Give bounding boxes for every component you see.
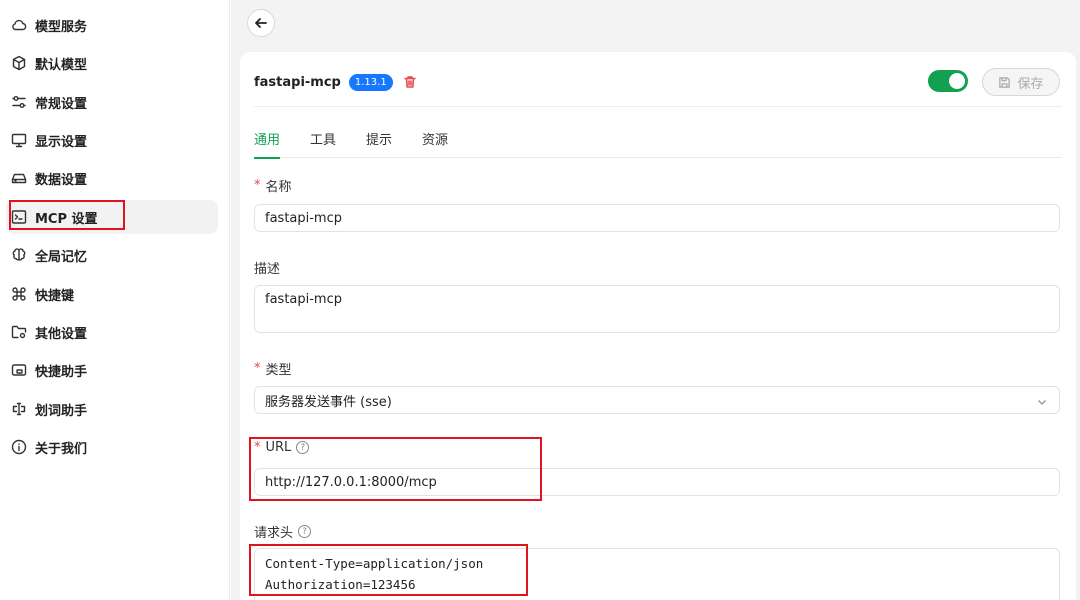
sidebar-item-data[interactable]: 数据设置 <box>6 161 218 195</box>
help-icon[interactable]: ? <box>298 525 312 538</box>
sidebar-item-general[interactable]: 常规设置 <box>6 85 218 119</box>
save-button-label: 保存 <box>1017 76 1044 92</box>
tab-resources[interactable]: 资源 <box>422 118 448 158</box>
command-icon <box>10 285 28 303</box>
name-label-text: 名称 <box>265 180 292 195</box>
sidebar-item-label: 数据设置 <box>35 172 88 188</box>
sidebar-item-label: 显示设置 <box>35 134 88 150</box>
sidebar-item-model-service[interactable]: 模型服务 <box>6 8 218 42</box>
sidebar-item-shortcuts[interactable]: 快捷键 <box>6 277 218 311</box>
sidebar-item-label: 常规设置 <box>35 96 88 112</box>
headers-label: 请求头 ? <box>254 522 312 541</box>
sidebar-item-label: 关于我们 <box>35 441 88 457</box>
main-panel: fastapi-mcp 1.13.1 保存 通用 工具 提示 资源 * 名称 f… <box>231 0 1080 600</box>
description-value: fastapi-mcp <box>265 292 342 307</box>
sidebar-item-default-model[interactable]: 默认模型 <box>6 46 218 80</box>
sidebar-item-quick-assistant[interactable]: 快捷助手 <box>6 353 218 387</box>
cube-icon <box>10 54 28 72</box>
sidebar-item-label: 默认模型 <box>35 57 88 73</box>
save-icon <box>999 76 1011 88</box>
sidebar-item-memory[interactable]: 全局记忆 <box>6 238 218 272</box>
arrow-left-icon <box>255 18 267 28</box>
description-label-text: 描述 <box>254 262 281 277</box>
toggle-knob <box>949 73 965 89</box>
type-select[interactable]: 服务器发送事件 (sse) <box>254 386 1060 414</box>
name-input[interactable]: fastapi-mcp <box>254 204 1060 232</box>
sidebar-item-label: 全局记忆 <box>35 249 88 265</box>
type-label-text: 类型 <box>265 363 292 378</box>
headers-label-text: 请求头 <box>254 526 294 541</box>
type-label: * 类型 <box>254 359 292 378</box>
sliders-icon <box>10 93 28 111</box>
tab-prompts[interactable]: 提示 <box>366 118 392 158</box>
hard-drive-icon <box>10 169 28 187</box>
required-mark: * <box>254 178 261 193</box>
required-mark: * <box>254 361 261 376</box>
sidebar-item-label: 快捷键 <box>35 288 75 304</box>
folder-gear-icon <box>10 323 28 341</box>
type-select-value: 服务器发送事件 (sse) <box>265 394 392 410</box>
app-window-icon <box>10 361 28 379</box>
trash-icon <box>403 76 416 88</box>
tab-bar: 通用 工具 提示 资源 <box>254 118 1062 159</box>
name-label: * 名称 <box>254 176 292 195</box>
text-cursor-icon <box>10 400 28 418</box>
back-button[interactable] <box>247 9 275 37</box>
chevron-down-icon <box>1037 396 1047 406</box>
server-detail-card: fastapi-mcp 1.13.1 保存 通用 工具 提示 资源 * 名称 f… <box>240 52 1076 600</box>
sidebar-item-other[interactable]: 其他设置 <box>6 315 218 349</box>
highlight-box-mcp <box>9 200 125 230</box>
delete-button[interactable] <box>403 74 419 90</box>
save-button[interactable]: 保存 <box>982 68 1060 96</box>
description-textarea[interactable]: fastapi-mcp <box>254 285 1060 333</box>
tab-general[interactable]: 通用 <box>254 118 281 159</box>
header-divider <box>254 106 1062 107</box>
sidebar-item-label: 快捷助手 <box>35 364 88 380</box>
sidebar-item-display[interactable]: 显示设置 <box>6 123 218 157</box>
sidebar-item-label: 划词助手 <box>35 403 88 419</box>
info-icon <box>10 438 28 456</box>
sidebar-item-selection-assistant[interactable]: 划词助手 <box>6 392 218 426</box>
sidebar-item-label: 模型服务 <box>35 19 88 35</box>
enable-toggle[interactable] <box>928 70 968 92</box>
highlight-box-url <box>249 437 542 501</box>
cloud-icon <box>10 16 28 34</box>
settings-sidebar: 模型服务 默认模型 常规设置 显示设置 数据设置 MCP 设置 全局记忆 快捷键… <box>0 0 230 600</box>
version-badge: 1.13.1 <box>348 73 393 91</box>
tab-tools[interactable]: 工具 <box>310 118 336 158</box>
sidebar-item-about[interactable]: 关于我们 <box>6 430 218 464</box>
description-label: 描述 <box>254 258 280 277</box>
name-input-value: fastapi-mcp <box>265 210 342 226</box>
highlight-box-headers <box>249 544 528 596</box>
sidebar-item-label: 其他设置 <box>35 326 88 342</box>
server-name: fastapi-mcp <box>254 74 341 90</box>
brain-icon <box>10 246 28 264</box>
monitor-icon <box>10 131 28 149</box>
